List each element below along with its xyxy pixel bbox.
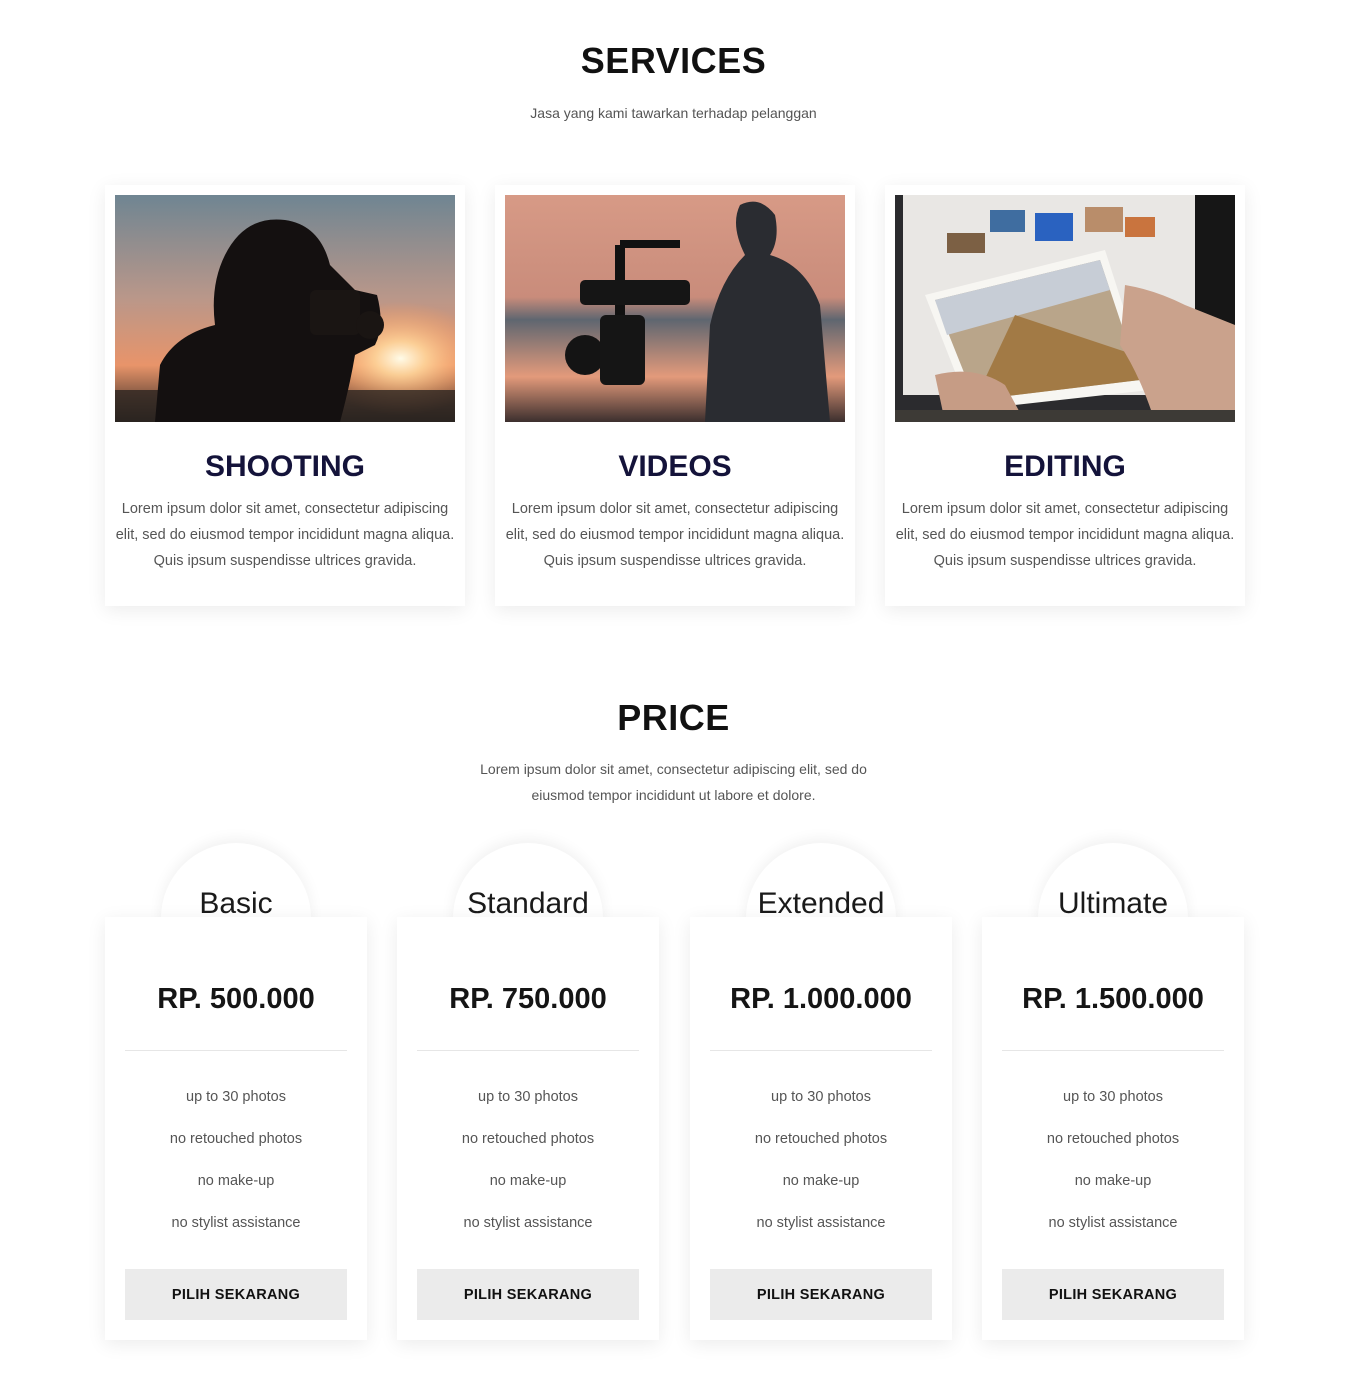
service-description: Lorem ipsum dolor sit amet, consectetur … [505,501,845,569]
plan-feature: no stylist assistance [756,1215,886,1231]
service-card-shooting: SHOOTING Lorem ipsum dolor sit amet, con… [105,185,465,606]
service-card-videos: VIDEOS Lorem ipsum dolor sit amet, conse… [495,185,855,606]
plan-feature: no make-up [489,1173,567,1189]
price-plan-extended: Extended RP. 1.000.000 up to 30 photos n… [690,843,952,1340]
plan-price: RP. 1.500.000 [1022,983,1204,1015]
plan-price: RP. 750.000 [449,983,607,1015]
price-plan-standard: Standard RP. 750.000 up to 30 photos no … [397,843,659,1340]
service-title: VIDEOS [618,450,732,483]
price-title: PRICE [617,697,730,738]
plan-feature: up to 30 photos [478,1089,578,1105]
price-subtitle-line1: Lorem ipsum dolor sit amet, consectetur … [480,761,867,777]
divider [1002,1050,1224,1051]
plan-feature: no make-up [197,1173,275,1189]
choose-plan-button[interactable]: PILIH SEKARANG [710,1269,932,1320]
photographer-image [115,195,455,422]
plan-feature: no stylist assistance [1048,1215,1178,1231]
choose-plan-button[interactable]: PILIH SEKARANG [1002,1269,1224,1320]
videographer-image [505,195,845,422]
price-plan-ultimate: Ultimate RP. 1.500.000 up to 30 photos n… [982,843,1244,1340]
services-title: SERVICES [580,40,767,81]
divider [125,1050,347,1051]
plan-name: Ultimate [1057,887,1169,920]
service-title: SHOOTING [204,450,365,483]
services-subtitle: Jasa yang kami tawarkan terhadap pelangg… [530,105,817,121]
plan-feature: no stylist assistance [171,1215,301,1231]
service-description: Lorem ipsum dolor sit amet, consectetur … [895,501,1235,569]
printed-photo-image [895,195,1235,422]
plan-feature: no retouched photos [461,1131,595,1147]
choose-plan-button[interactable]: PILIH SEKARANG [125,1269,347,1320]
plan-feature: up to 30 photos [771,1089,871,1105]
service-card-editing: EDITING Lorem ipsum dolor sit amet, cons… [885,185,1245,606]
plan-feature: no retouched photos [1046,1131,1180,1147]
plan-price: RP. 1.000.000 [730,983,912,1015]
plan-feature: no retouched photos [169,1131,303,1147]
price-plan-basic: Basic RP. 500.000 up to 30 photos no ret… [105,843,367,1340]
plan-feature: up to 30 photos [186,1089,286,1105]
service-title: EDITING [1004,450,1126,483]
plan-feature: no make-up [782,1173,860,1189]
plan-feature: no stylist assistance [463,1215,593,1231]
divider [417,1050,639,1051]
divider [710,1050,932,1051]
plan-feature: up to 30 photos [1063,1089,1163,1105]
plan-feature: no make-up [1074,1173,1152,1189]
service-description: Lorem ipsum dolor sit amet, consectetur … [115,501,455,569]
plan-price: RP. 500.000 [157,983,315,1015]
plan-name: Basic [199,887,273,920]
price-subtitle-line2: eiusmod tempor incididunt ut labore et d… [531,787,816,803]
choose-plan-button[interactable]: PILIH SEKARANG [417,1269,639,1320]
plan-name: Extended [757,887,885,920]
plan-name: Standard [467,887,589,920]
plan-feature: no retouched photos [754,1131,888,1147]
